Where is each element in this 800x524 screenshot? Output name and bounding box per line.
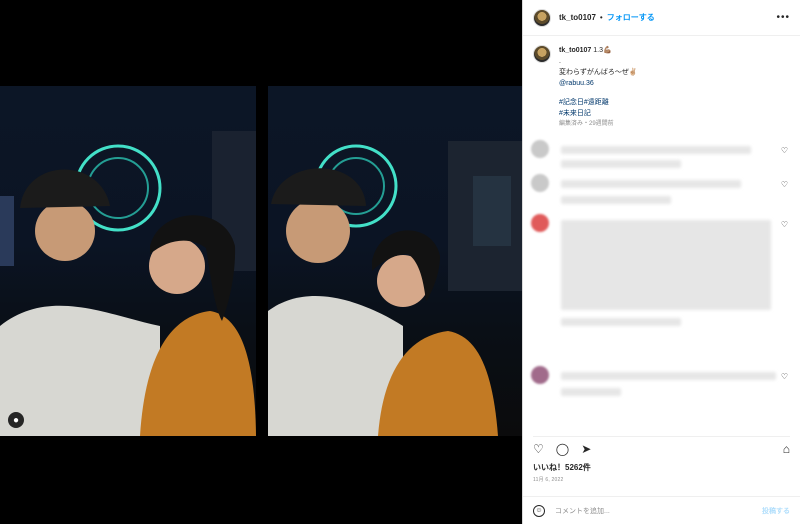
author-username[interactable]: tk_to0107 [559, 13, 596, 22]
more-horizontal-icon[interactable]: ••• [776, 12, 790, 23]
comment-meta-blurred [561, 196, 671, 204]
bookmark-icon[interactable]: ⌂ [783, 442, 790, 456]
smile-icon[interactable]: ☺ [533, 504, 545, 517]
photo-right [268, 86, 522, 436]
post-comment-button[interactable]: 投稿する [762, 506, 790, 516]
caption-hashtags-1[interactable]: #記念日#遠距離 [559, 97, 638, 108]
post-viewer: ● tk_to0107 • フォローする ••• tk_to0107 1.3💪🏽… [0, 0, 800, 524]
heart-icon[interactable]: ♡ [533, 442, 544, 456]
photo-left [0, 86, 256, 436]
caption-text-line1: 1.3💪🏽 [593, 47, 612, 54]
comment-avatar[interactable] [531, 366, 549, 384]
comment-avatar[interactable] [531, 140, 549, 158]
post-caption: tk_to0107 1.3💪🏽 . 変わらずがんばろ〜ぜ✌🏼 @rabuu.36… [523, 36, 800, 130]
separator: • [599, 13, 603, 22]
photo-left-illustration [0, 131, 256, 436]
caption-text-line3: 変わらずがんばろ〜ぜ✌🏼 [559, 69, 638, 76]
comment-meta-blurred [561, 160, 681, 168]
comment-blurred: ♡ [531, 174, 792, 214]
post-media[interactable]: ● [0, 0, 522, 524]
caption-hashtags-2[interactable]: #未来日記 [559, 108, 638, 119]
caption-text-line2: . [559, 58, 561, 65]
comment-blurred: ♡ [531, 214, 792, 366]
send-icon[interactable]: ➤ [581, 442, 591, 456]
add-comment-bar: ☺ コメントを追加... 投稿する [523, 496, 800, 524]
heart-icon[interactable]: ♡ [781, 372, 788, 381]
caption-username[interactable]: tk_to0107 [559, 47, 591, 54]
post-actions: ♡ ◯ ➤ ⌂ [533, 436, 790, 456]
comment-avatar[interactable] [531, 174, 549, 192]
comment-icon[interactable]: ◯ [556, 442, 569, 456]
heart-icon[interactable]: ♡ [781, 180, 788, 189]
likes-count[interactable]: いいね！5262件 [533, 462, 591, 473]
heart-icon[interactable]: ♡ [781, 220, 788, 229]
follow-button[interactable]: フォローする [607, 12, 655, 23]
comment-blurred: ♡ [531, 140, 792, 174]
post-sidebar: tk_to0107 • フォローする ••• tk_to0107 1.3💪🏽 .… [522, 0, 800, 524]
post-date: 11月 6, 2022 [533, 477, 564, 483]
comment-meta-blurred [561, 388, 621, 396]
comment-meta-blurred [561, 318, 681, 326]
author-avatar[interactable] [533, 8, 551, 27]
user-tag-icon[interactable]: ● [8, 412, 24, 428]
comment-text-blurred [561, 372, 776, 380]
comment-input[interactable]: コメントを追加... [555, 506, 610, 516]
caption-avatar[interactable] [533, 45, 551, 63]
comment-text-blurred [561, 220, 771, 310]
photo-right-illustration [268, 141, 522, 436]
comment-avatar[interactable] [531, 214, 549, 232]
comment-blurred: ♡ [531, 366, 792, 416]
comment-text-blurred [561, 146, 751, 154]
heart-icon[interactable]: ♡ [781, 146, 788, 155]
caption-meta: 編集済み・29週間前 [559, 121, 614, 127]
caption-mention[interactable]: @rabuu.36 [559, 78, 638, 89]
comment-text-blurred [561, 180, 741, 188]
comments-list: ♡ ♡ ♡ ♡ [531, 140, 792, 416]
post-header: tk_to0107 • フォローする ••• [523, 0, 800, 36]
